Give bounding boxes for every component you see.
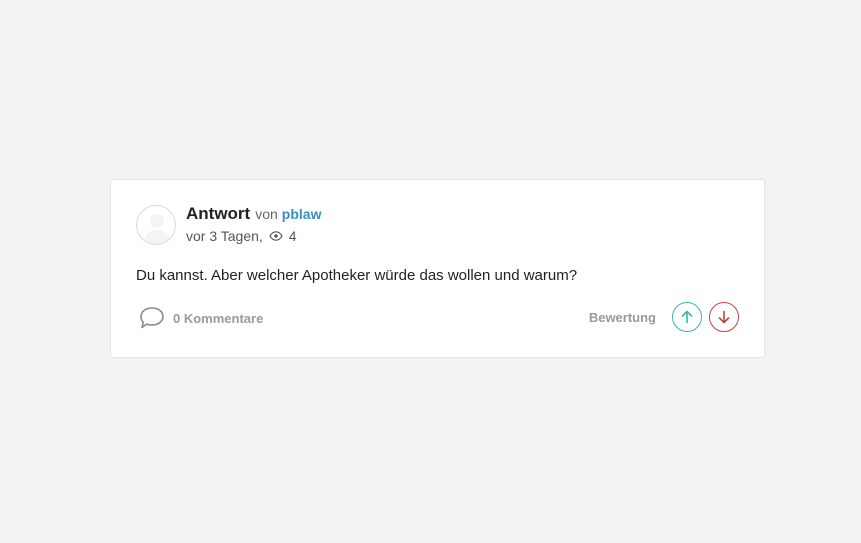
answer-text: Du kannst. Aber welcher Apotheker würde … <box>136 267 578 284</box>
by-label: von <box>255 206 278 222</box>
comment-bubble-icon <box>139 306 165 330</box>
downvote-button[interactable] <box>709 302 739 332</box>
rating-controls: Bewertung <box>589 302 739 332</box>
answer-card: Antwort von pblaw vor 3 Tagen, 4 Du kann… <box>110 179 765 358</box>
eye-icon <box>269 231 283 241</box>
answer-meta: vor 3 Tagen, 4 <box>186 228 321 244</box>
comments-button[interactable]: 0 Kommentare <box>139 306 263 330</box>
arrow-down-icon <box>718 310 730 324</box>
arrow-up-icon <box>681 310 693 324</box>
title-line: Antwort von pblaw <box>186 204 321 224</box>
answer-header: Antwort von pblaw vor 3 Tagen, 4 <box>186 204 321 244</box>
timestamp: vor 3 Tagen, <box>186 228 263 244</box>
author-link[interactable]: pblaw <box>282 206 322 222</box>
user-avatar[interactable] <box>136 205 176 245</box>
answer-title: Antwort <box>186 204 251 223</box>
upvote-button[interactable] <box>672 302 702 332</box>
avatar-placeholder-icon <box>143 214 171 244</box>
view-count: 4 <box>288 228 297 244</box>
rating-label: Bewertung <box>588 309 656 325</box>
comments-count-label: 0 Kommentare <box>173 310 264 326</box>
